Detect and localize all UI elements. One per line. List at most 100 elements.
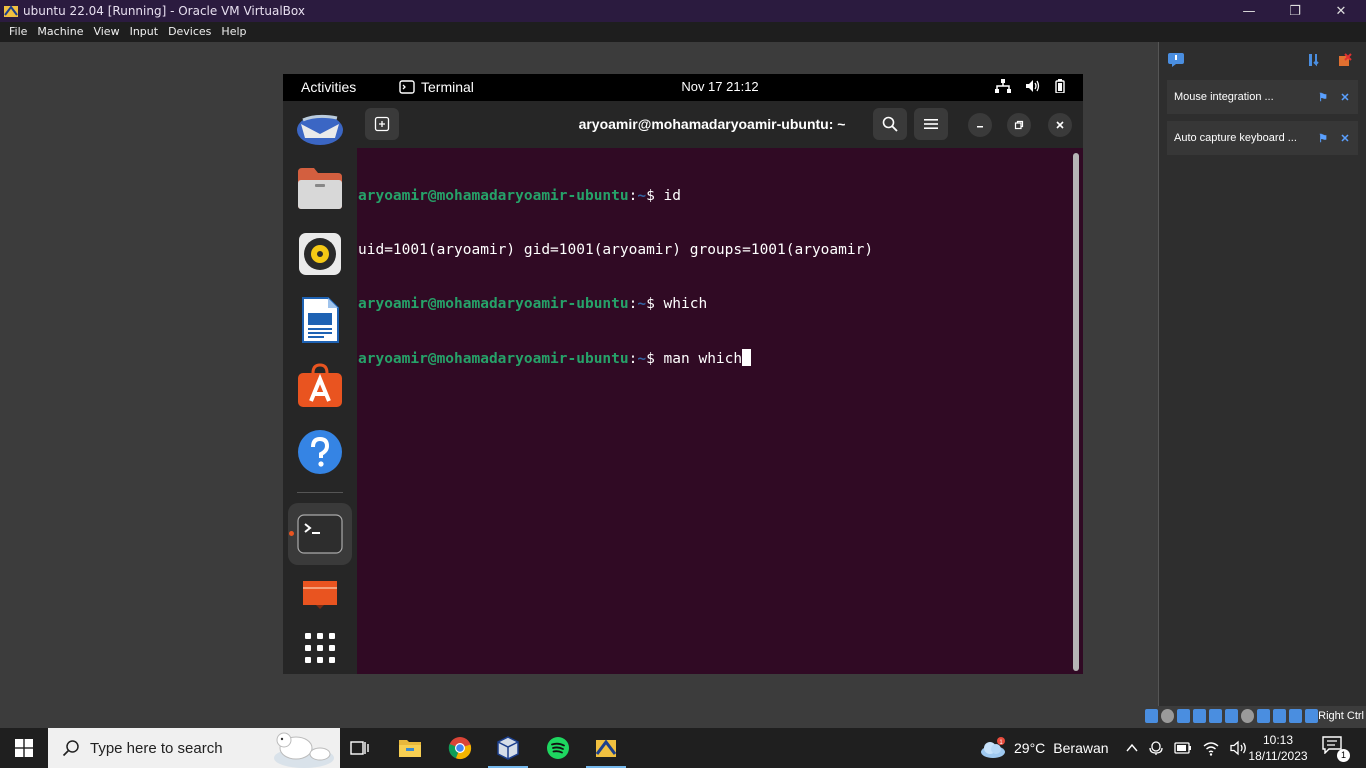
libreoffice-writer-icon: [302, 297, 339, 343]
close-button[interactable]: [1048, 113, 1072, 137]
prompt-user-host: aryoamir@mohamadaryoamir-ubuntu: [358, 351, 629, 367]
file-explorer-icon: [399, 740, 421, 757]
network-icon[interactable]: [1193, 709, 1206, 723]
wifi-icon[interactable]: [1202, 740, 1220, 756]
pin-icon[interactable]: ⚑: [1314, 88, 1332, 106]
menu-button[interactable]: [914, 108, 948, 140]
hamburger-menu-icon: [924, 119, 938, 129]
audio-icon[interactable]: [1177, 709, 1190, 723]
pin-icon[interactable]: ⚑: [1314, 129, 1332, 147]
maximize-button[interactable]: [1007, 113, 1031, 137]
virtualbox-manager-icon: [497, 736, 519, 760]
notification-mouse-integration[interactable]: Mouse integration ... ⚑ ✕: [1167, 80, 1358, 114]
restore-icon: [1014, 120, 1024, 130]
mouse-integration-icon[interactable]: [1289, 709, 1302, 723]
terminal-scrollbar[interactable]: [1073, 153, 1079, 671]
optical-drive-icon[interactable]: [1161, 709, 1174, 723]
vbox-menubar: File Machine View Input Devices Help: [0, 22, 1366, 42]
close-button[interactable]: ✕: [1318, 0, 1364, 22]
search-icon: [62, 740, 79, 757]
keyboard-capture-icon[interactable]: [1305, 709, 1318, 723]
hard-disk-icon[interactable]: [1145, 709, 1158, 723]
dock-help[interactable]: [297, 429, 343, 475]
display-icon[interactable]: [1241, 709, 1254, 723]
taskbar-spotify[interactable]: [534, 728, 582, 768]
system-tray[interactable]: [995, 79, 1065, 93]
notification-count-badge: 1: [1337, 749, 1350, 762]
cloudy-weather-icon: 1: [981, 737, 1005, 758]
menu-help[interactable]: Help: [216, 22, 251, 42]
usb-icon[interactable]: [1209, 709, 1222, 723]
shared-folders-icon[interactable]: [1225, 709, 1238, 723]
dock-show-desktop[interactable]: [297, 571, 343, 617]
meet-now-icon[interactable]: [1148, 740, 1164, 756]
host-key-label: Right Ctrl: [1318, 710, 1364, 722]
task-view-icon: [350, 741, 369, 755]
date-time[interactable]: Nov 17 21:12: [283, 79, 1083, 94]
virtualization-icon[interactable]: [1273, 709, 1286, 723]
command-text: $ man which: [646, 351, 743, 367]
search-button[interactable]: [873, 108, 907, 140]
weather-widget[interactable]: 1 29°C Berawan: [980, 728, 1109, 768]
notification-auto-capture[interactable]: Auto capture keyboard ... ⚑ ✕: [1167, 121, 1358, 155]
search-placeholder: Type here to search: [90, 739, 223, 757]
menu-view[interactable]: View: [88, 22, 124, 42]
network-wired-icon: [995, 79, 1011, 93]
taskbar-chrome[interactable]: [436, 728, 484, 768]
menu-devices[interactable]: Devices: [163, 22, 216, 42]
start-button[interactable]: [0, 728, 48, 768]
menu-input[interactable]: Input: [125, 22, 163, 42]
dock-terminal[interactable]: [297, 511, 343, 557]
vbox-titlebar: ubuntu 22.04 [Running] - Oracle VM Virtu…: [0, 0, 1366, 22]
minimize-button[interactable]: [968, 113, 992, 137]
chevron-up-icon[interactable]: [1126, 742, 1138, 754]
app-center-icon: [298, 363, 342, 407]
terminal-icon: [297, 514, 343, 554]
clock-time: 10:13: [1262, 733, 1294, 747]
files-icon: [298, 168, 342, 209]
task-view-button[interactable]: [336, 728, 384, 768]
terminal-line: uid=1001(aryoamir) gid=1001(aryoamir) gr…: [358, 241, 1068, 259]
taskbar-virtualbox-manager[interactable]: [484, 728, 532, 768]
close-icon[interactable]: ✕: [1336, 88, 1354, 106]
dock-separator: [297, 492, 343, 493]
terminal-line: aryoamir@mohamadaryoamir-ubuntu:~$ which: [358, 296, 708, 312]
terminal-output[interactable]: aryoamir@mohamadaryoamir-ubuntu:~$ id ui…: [358, 151, 1068, 671]
terminal-line: aryoamir@mohamadaryoamir-ubuntu:~$ id: [358, 188, 682, 204]
dock-libreoffice-writer[interactable]: [297, 297, 343, 343]
notification-text: Auto capture keyboard ...: [1174, 132, 1297, 144]
weather-description: Berawan: [1053, 740, 1109, 756]
dock-rhythmbox[interactable]: [297, 231, 343, 277]
dock-files[interactable]: [297, 165, 343, 211]
menu-file[interactable]: File: [4, 22, 32, 42]
output-text: uid=1001(aryoamir) gid=1001(aryoamir) gr…: [358, 242, 874, 258]
command-text: $ which: [646, 296, 708, 312]
taskbar-virtualbox-vm[interactable]: [582, 728, 630, 768]
panel-toolbar: [1159, 42, 1366, 78]
dock-thunderbird[interactable]: [297, 105, 343, 151]
dock-app-center[interactable]: [297, 363, 343, 409]
message-icon[interactable]: [1167, 52, 1185, 68]
close-icon[interactable]: ✕: [1336, 129, 1354, 147]
terminal-headerbar: aryoamir@mohamadaryoamir-ubuntu: ~: [357, 101, 1083, 148]
action-center-button[interactable]: 1: [1322, 736, 1350, 762]
taskbar-clock[interactable]: 10:13 18/11/2023: [1240, 732, 1316, 764]
prompt-path: ~: [637, 351, 647, 367]
maximize-button[interactable]: ❐: [1272, 0, 1318, 22]
terminal-window[interactable]: aryoamir@mohamadaryoamir-ubuntu: ~ aryoa…: [357, 101, 1083, 674]
taskbar-search-box[interactable]: Type here to search: [48, 728, 340, 768]
chrome-icon: [448, 737, 472, 760]
minimize-icon: [977, 126, 983, 128]
sort-icon[interactable]: [1307, 52, 1323, 68]
notification-panel: Mouse integration ... ⚑ ✕ Auto capture k…: [1158, 42, 1366, 706]
minimize-button[interactable]: —: [1226, 0, 1272, 22]
clear-notifications-icon[interactable]: [1337, 52, 1353, 68]
dock-show-apps[interactable]: [297, 625, 343, 671]
menu-machine[interactable]: Machine: [32, 22, 88, 42]
taskbar-file-explorer[interactable]: [386, 728, 434, 768]
ubuntu-guest-screen[interactable]: Activities Terminal Nov 17 21:12 aryoami…: [283, 74, 1083, 674]
system-tray: [1126, 728, 1248, 768]
battery-icon[interactable]: [1174, 742, 1192, 754]
prompt-path: ~: [637, 188, 647, 204]
recording-icon[interactable]: [1257, 709, 1270, 723]
